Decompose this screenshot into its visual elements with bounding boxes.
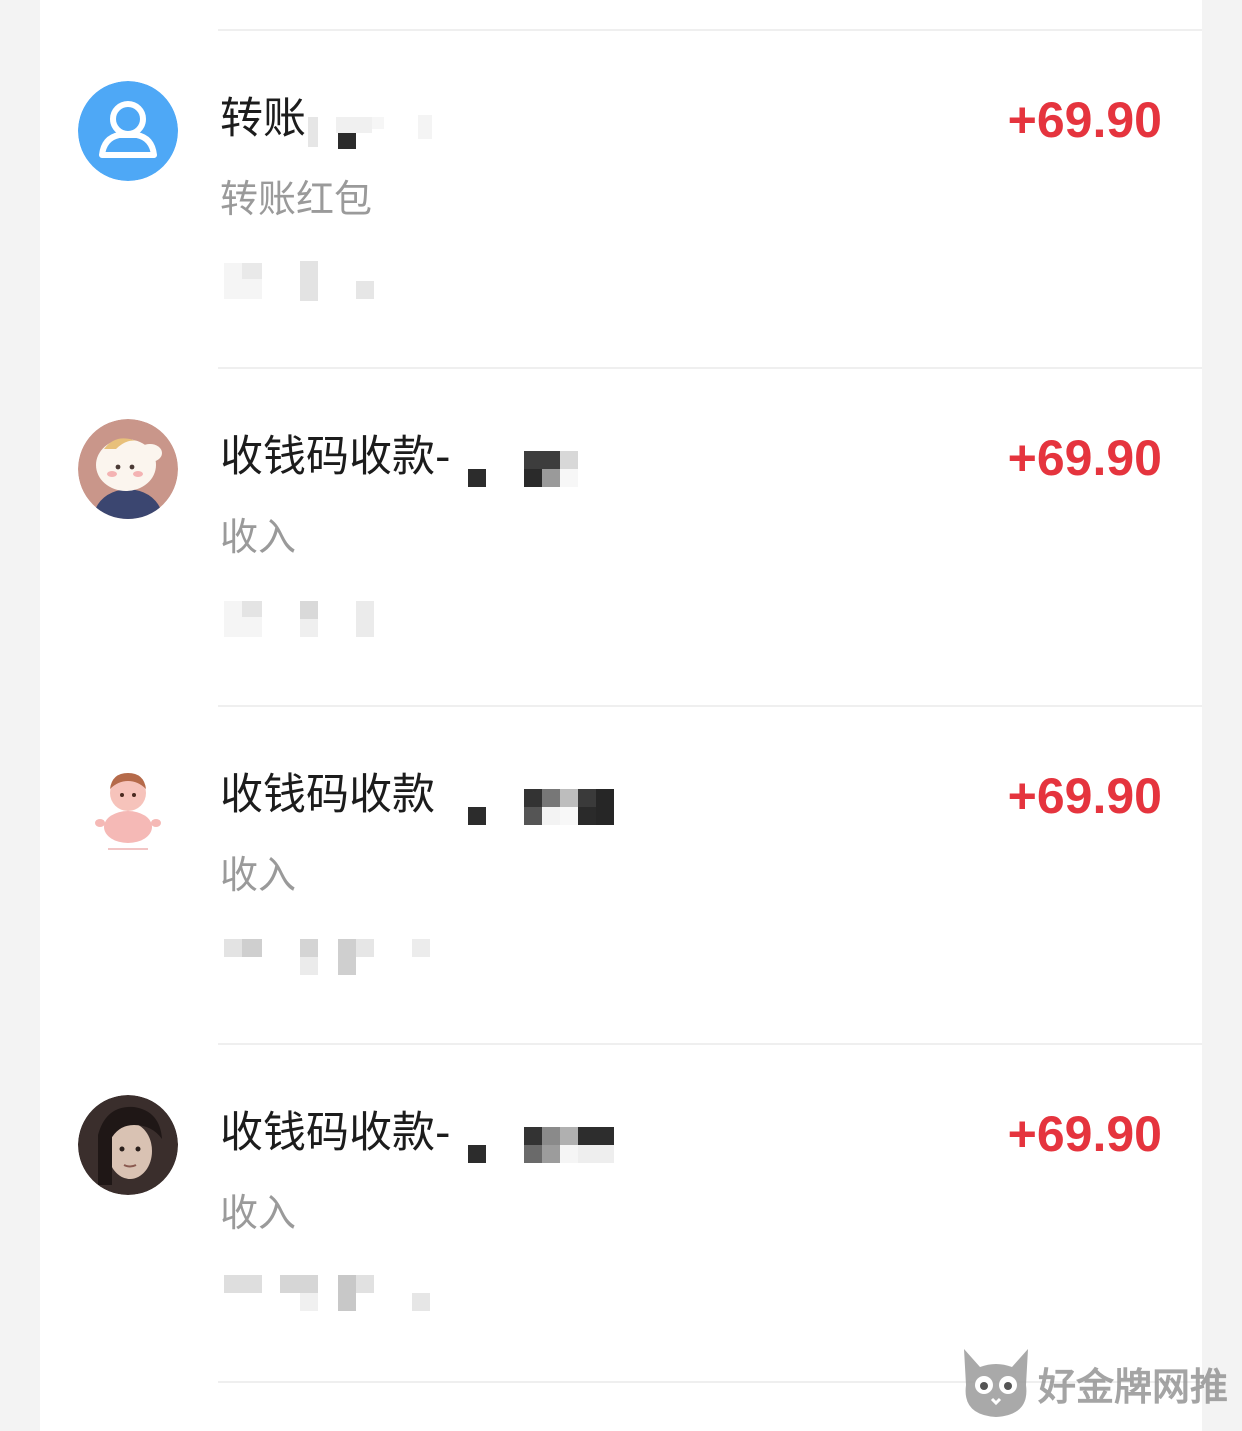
cat-face-icon <box>963 1349 1028 1417</box>
transaction-row[interactable]: 收钱码收款- 收入 +69.90 <box>40 1045 1202 1383</box>
redacted-counterparty <box>306 111 436 151</box>
transaction-subtitle: 收入 <box>220 853 297 897</box>
transaction-subtitle: 收入 <box>220 515 297 559</box>
transaction-row[interactable]: 收钱码收款- 收入 +69.90 <box>40 369 1202 707</box>
redacted-timestamp <box>224 259 384 303</box>
transaction-list: 转账 转账红包 +69.90 收钱码收款- 收入 +69.90 收钱码收款 收入… <box>40 0 1202 1431</box>
transaction-amount: +69.90 <box>1007 430 1162 486</box>
redacted-timestamp <box>224 599 384 639</box>
redacted-counterparty <box>466 1125 646 1165</box>
redacted-timestamp <box>224 937 444 977</box>
transaction-amount: +69.90 <box>1007 768 1162 824</box>
transaction-row[interactable]: 转账 转账红包 +69.90 <box>40 31 1202 369</box>
transaction-title: 收钱码收款- <box>220 432 451 482</box>
watermark: 好金牌网推 <box>956 1345 1228 1421</box>
transaction-title: 收钱码收款- <box>220 1108 451 1158</box>
transaction-amount: +69.90 <box>1007 92 1162 148</box>
redacted-counterparty <box>466 787 646 827</box>
redacted-timestamp <box>224 1273 444 1317</box>
watermark-text: 好金牌网推 <box>1037 1364 1228 1409</box>
transaction-subtitle: 转账红包 <box>220 177 373 221</box>
photo-portrait-avatar <box>78 1095 178 1195</box>
transaction-row[interactable]: 收钱码收款 收入 +69.90 <box>40 707 1202 1045</box>
default-user-avatar-icon <box>78 81 178 181</box>
cartoon-sheep-avatar <box>78 419 178 519</box>
redacted-counterparty <box>466 449 626 489</box>
transaction-amount: +69.90 <box>1007 1106 1162 1162</box>
transaction-title: 收钱码收款 <box>220 770 435 820</box>
cartoon-pig-avatar <box>78 757 178 857</box>
transaction-subtitle: 收入 <box>220 1191 297 1235</box>
transaction-title: 转账 <box>220 94 306 144</box>
